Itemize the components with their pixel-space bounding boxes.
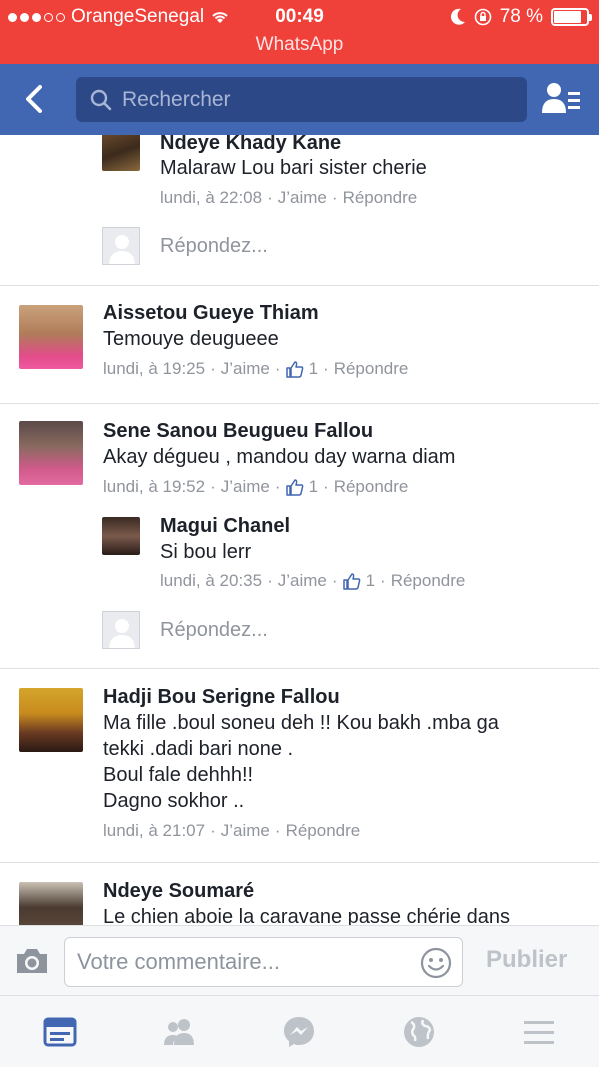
reply-link[interactable]: Répondre [343, 188, 418, 208]
search-icon [90, 89, 112, 110]
comment-author[interactable]: Ndeye Soumaré [103, 880, 254, 903]
like-link[interactable]: J’aime [221, 821, 270, 841]
comment-time: lundi, à 20:35 [160, 571, 263, 590]
comment-meta: lundi, à 19:52 · J’aime · 1 · Répondre [103, 477, 409, 497]
comment-author[interactable]: Hadji Bou Serigne Fallou [103, 686, 340, 709]
avatar[interactable] [19, 305, 83, 369]
thumbs-up-icon [285, 361, 303, 378]
avatar[interactable] [19, 421, 83, 485]
comment-placeholder: Votre commentaire... [77, 949, 280, 974]
comment-line: tekki .dadi bari none . [103, 738, 294, 760]
comment-composer: Votre commentaire... Publier [0, 925, 599, 995]
like-count: 1 [365, 571, 376, 590]
battery-icon [551, 8, 592, 26]
comment-author[interactable]: Aissetou Gueye Thiam [103, 302, 319, 325]
comment-text: Si bou lerr [160, 541, 252, 563]
camera-icon[interactable] [14, 946, 50, 976]
reply-prompt[interactable]: Répondez... [160, 619, 268, 642]
comment-text: Akay dégueu , mandou day warna diam [103, 446, 456, 468]
comment-text: Malaraw Lou bari sister cherie [160, 157, 427, 179]
messenger-icon[interactable] [281, 1014, 317, 1050]
divider [0, 285, 599, 286]
comment-author[interactable]: Sene Sanou Beugueu Fallou [103, 420, 373, 443]
avatar[interactable] [19, 882, 83, 925]
friends-list-icon[interactable] [541, 81, 581, 117]
own-avatar [102, 611, 140, 649]
status-bar: OrangeSenegal 00:49 78 % WhatsApp [0, 0, 599, 64]
navigation-bar: Rechercher [0, 64, 599, 135]
divider [0, 862, 599, 863]
comment-line: Ma fille .boul soneu deh !! Kou bakh .mb… [103, 712, 499, 734]
moon-icon [450, 8, 465, 25]
like-count: 1 [308, 477, 319, 496]
publish-button[interactable]: Publier [486, 946, 567, 974]
like-link[interactable]: J’aime [221, 359, 270, 379]
comment-text: Temouye deugueee [103, 328, 279, 350]
tab-bar [0, 995, 599, 1067]
avatar[interactable] [19, 688, 83, 752]
globe-icon[interactable] [401, 1014, 437, 1050]
back-chevron-icon[interactable] [18, 81, 54, 117]
reply-link[interactable]: Répondre [334, 477, 409, 497]
avatar[interactable] [102, 517, 140, 555]
comment-line: Boul fale dehhh!! [103, 764, 254, 786]
comment-author[interactable]: Magui Chanel [160, 515, 290, 538]
comment-line: Dagno sokhor .. [103, 790, 245, 812]
return-to-app[interactable]: WhatsApp [0, 34, 599, 56]
avatar[interactable] [102, 135, 140, 171]
menu-icon[interactable] [521, 1014, 557, 1050]
like-link[interactable]: J’aime [278, 571, 327, 591]
like-link[interactable]: J’aime [278, 188, 327, 208]
comment-author[interactable]: Ndeye Khady Kane [160, 135, 341, 155]
reply-link[interactable]: Répondre [334, 359, 409, 379]
search-input[interactable]: Rechercher [76, 77, 527, 122]
orientation-lock-icon [474, 8, 491, 26]
divider [0, 403, 599, 404]
friends-icon[interactable] [161, 1014, 197, 1050]
thumbs-up-icon [342, 573, 360, 590]
battery-percent: 78 % [499, 6, 543, 27]
comment-text: Ma fille .boul soneu deh !! Kou bakh .mb… [103, 710, 573, 814]
comment-time: lundi, à 21:07 [103, 821, 206, 840]
comment-time: lundi, à 19:52 [103, 477, 206, 496]
comment-meta: lundi, à 21:07 · J’aime · Répondre [103, 821, 361, 841]
comment-meta: lundi, à 22:08 · J’aime · Répondre [160, 188, 418, 208]
search-placeholder: Rechercher [122, 87, 231, 111]
comment-meta: lundi, à 20:35 · J’aime · 1 · Répondre [160, 571, 466, 591]
like-count: 1 [308, 359, 319, 378]
comment-text: Le chien aboie la caravane passe chérie … [103, 906, 510, 925]
comment-time: lundi, à 19:25 [103, 359, 206, 378]
reply-link[interactable]: Répondre [391, 571, 466, 591]
news-feed-icon[interactable] [42, 1014, 78, 1050]
comments-feed[interactable]: Ndeye Khady Kane Malaraw Lou bari sister… [0, 135, 599, 925]
smiley-icon[interactable] [420, 947, 452, 979]
like-link[interactable]: J’aime [221, 477, 270, 497]
comment-time: lundi, à 22:08 [160, 188, 263, 207]
divider [0, 668, 599, 669]
reply-link[interactable]: Répondre [286, 821, 361, 841]
comment-meta: lundi, à 19:25 · J’aime · 1 · Répondre [103, 359, 409, 379]
own-avatar [102, 227, 140, 265]
thumbs-up-icon [285, 479, 303, 496]
reply-prompt[interactable]: Répondez... [160, 235, 268, 258]
comment-input[interactable]: Votre commentaire... [64, 937, 463, 987]
